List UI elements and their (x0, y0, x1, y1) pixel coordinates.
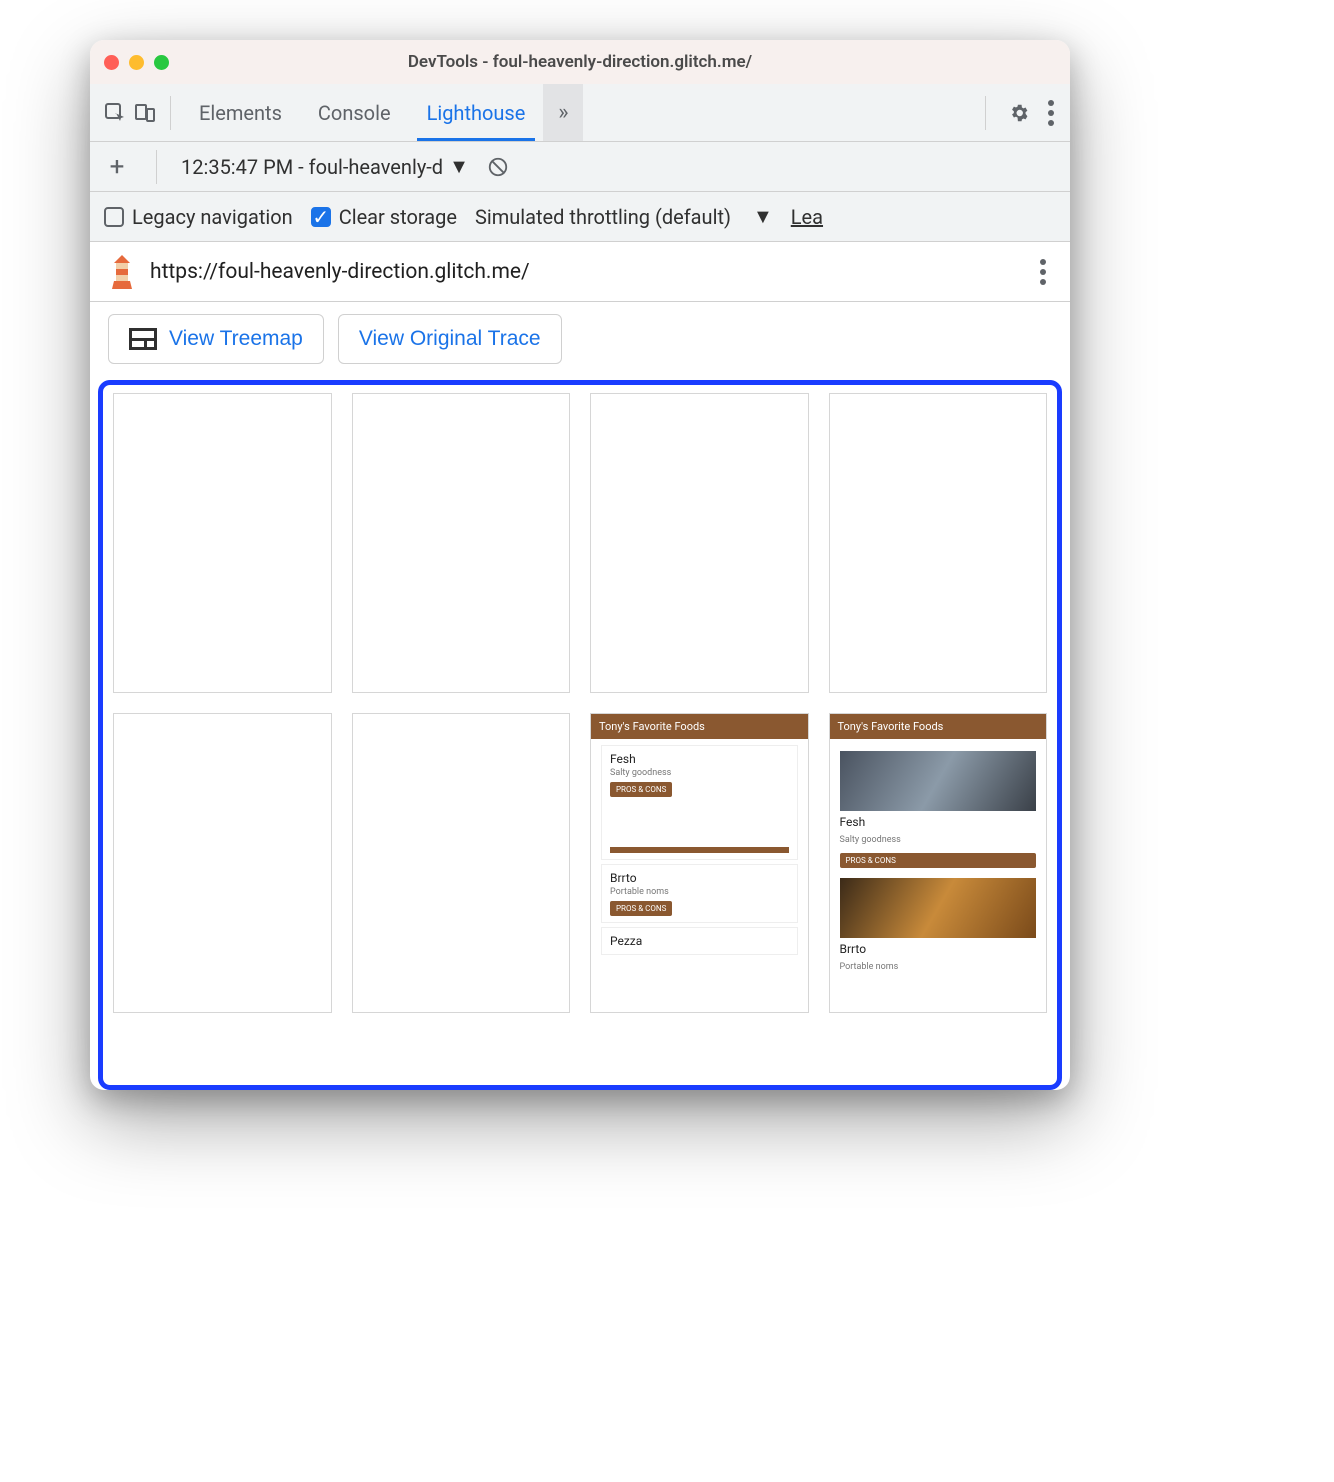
view-original-trace-button[interactable]: View Original Trace (338, 314, 562, 364)
action-buttons-row: View Treemap View Original Trace (90, 302, 1070, 370)
window-title: DevTools - foul-heavenly-direction.glitc… (90, 52, 1070, 72)
chevron-down-icon: ▼ (449, 154, 469, 179)
separator (170, 96, 171, 130)
option-label: Legacy navigation (132, 205, 293, 229)
devtools-window: DevTools - foul-heavenly-direction.glitc… (90, 40, 1070, 1090)
filmstrip-frame[interactable] (590, 393, 809, 693)
url-bar: https://foul-heavenly-direction.glitch.m… (90, 242, 1070, 302)
mini-header: Tony's Favorite Foods (591, 714, 808, 739)
inspect-icon[interactable] (100, 98, 130, 128)
filmstrip-frame[interactable]: Tony's Favorite Foods Fesh Salty goodnes… (590, 713, 809, 1013)
view-treemap-button[interactable]: View Treemap (108, 314, 324, 364)
filmstrip-frame[interactable] (829, 393, 1048, 693)
learn-more-link[interactable]: Lea (791, 205, 823, 229)
chevron-down-icon: ▼ (753, 204, 773, 229)
gear-icon (1008, 102, 1030, 124)
separator (985, 96, 986, 130)
filmstrip-highlight: Tony's Favorite Foods Fesh Salty goodnes… (98, 380, 1062, 1090)
filmstrip-frame[interactable] (352, 393, 571, 693)
filmstrip-frame[interactable] (113, 393, 332, 693)
close-icon[interactable] (104, 55, 119, 70)
settings-button[interactable] (1004, 98, 1034, 128)
clear-button[interactable] (483, 152, 513, 182)
mini-card: Fesh Salty goodness PROS & CONS (601, 745, 798, 860)
button-label: View Original Trace (359, 327, 541, 351)
chevron-right-double-icon: » (558, 100, 568, 125)
filmstrip-frame[interactable] (352, 713, 571, 1013)
tab-console[interactable]: Console (300, 84, 409, 141)
mini-card: Pezza (601, 927, 798, 955)
filmstrip-frame[interactable] (113, 713, 332, 1013)
checked-checkbox-icon: ✓ (311, 207, 331, 227)
report-url: https://foul-heavenly-direction.glitch.m… (150, 260, 1020, 284)
more-tabs-button[interactable]: » (543, 84, 583, 141)
titlebar: DevTools - foul-heavenly-direction.glitc… (90, 40, 1070, 84)
report-dropdown[interactable]: 12:35:47 PM - foul-heavenly-d ▼ (181, 154, 469, 179)
throttling-label: Simulated throttling (default) (475, 205, 731, 229)
thumbnail-image (840, 751, 1037, 811)
main-toolbar: Elements Console Lighthouse » (90, 84, 1070, 142)
button-label: View Treemap (169, 327, 303, 351)
thumbnail-image (840, 878, 1037, 938)
screenshot-thumbnail: Tony's Favorite Foods Fesh Salty goodnes… (830, 714, 1047, 1012)
report-label: 12:35:47 PM - foul-heavenly-d (181, 155, 443, 179)
options-bar: Legacy navigation ✓ Clear storage Simula… (90, 192, 1070, 242)
legacy-navigation-checkbox[interactable]: Legacy navigation (104, 205, 293, 229)
lighthouse-icon (108, 255, 136, 289)
no-symbol-icon (487, 156, 509, 178)
zoom-icon[interactable] (154, 55, 169, 70)
tab-lighthouse[interactable]: Lighthouse (409, 84, 544, 141)
kebab-menu-button[interactable] (1042, 94, 1060, 132)
option-label: Clear storage (339, 205, 457, 229)
new-report-button[interactable]: + (102, 152, 132, 182)
checkbox-icon (104, 207, 124, 227)
minimize-icon[interactable] (129, 55, 144, 70)
clear-storage-checkbox[interactable]: ✓ Clear storage (311, 205, 457, 229)
filmstrip: Tony's Favorite Foods Fesh Salty goodnes… (113, 393, 1047, 1013)
treemap-icon (129, 328, 157, 350)
separator (156, 150, 157, 184)
throttling-dropdown[interactable]: Simulated throttling (default) ▼ (475, 204, 773, 229)
mini-header: Tony's Favorite Foods (830, 714, 1047, 739)
report-toolbar: + 12:35:47 PM - foul-heavenly-d ▼ (90, 142, 1070, 192)
report-menu-button[interactable] (1034, 253, 1052, 291)
toolbar-right (975, 94, 1060, 132)
device-icon[interactable] (130, 98, 160, 128)
window-controls (104, 55, 169, 70)
tab-elements[interactable]: Elements (181, 84, 300, 141)
screenshot-thumbnail: Tony's Favorite Foods Fesh Salty goodnes… (591, 714, 808, 1012)
mini-card: Brrto Portable noms PROS & CONS (601, 864, 798, 923)
filmstrip-frame[interactable]: Tony's Favorite Foods Fesh Salty goodnes… (829, 713, 1048, 1013)
plus-icon: + (110, 152, 125, 182)
panel-tabs: Elements Console Lighthouse (181, 84, 543, 141)
